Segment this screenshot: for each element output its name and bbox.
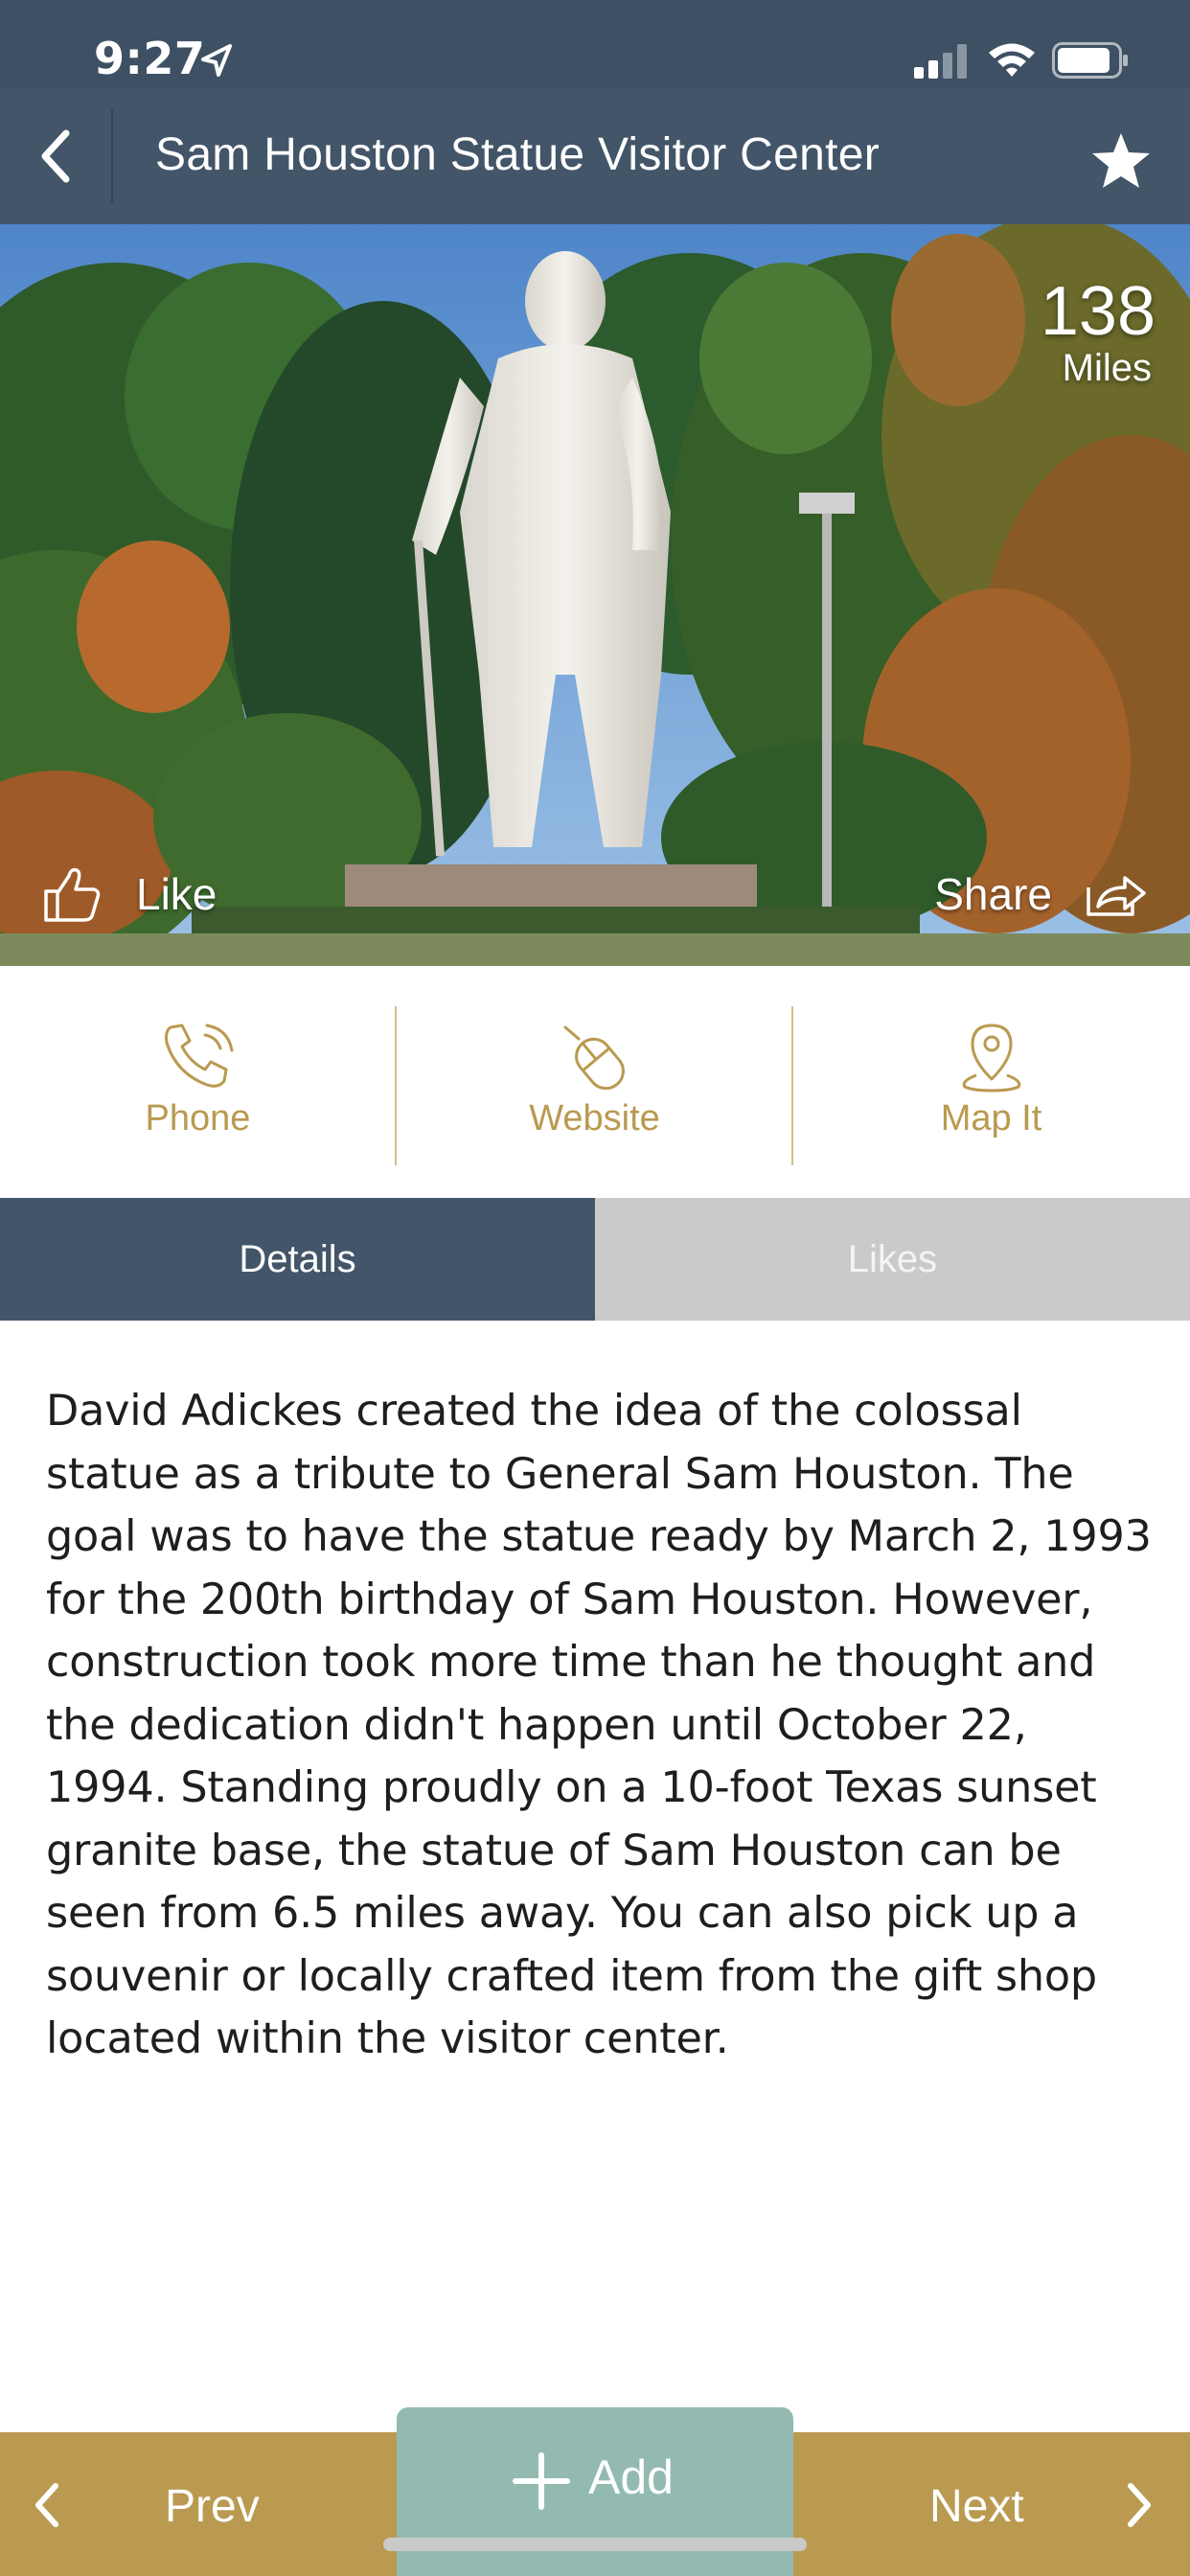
phone-label: Phone	[145, 1098, 251, 1138]
action-row: Phone Website Map It	[0, 966, 1190, 1198]
plus-icon	[513, 2452, 570, 2510]
statue-photo	[0, 224, 1190, 966]
map-pin-icon	[962, 1024, 1020, 1092]
share-button[interactable]: Share	[934, 861, 1148, 928]
like-label: Like	[136, 869, 217, 919]
favorite-button[interactable]	[1083, 123, 1159, 199]
location-arrow-icon	[201, 44, 232, 77]
website-label: Website	[529, 1098, 660, 1138]
thumbs-up-icon	[44, 867, 101, 922]
back-button[interactable]	[0, 88, 111, 224]
add-label: Add	[588, 2450, 674, 2504]
share-label: Share	[934, 869, 1052, 919]
next-label: Next	[929, 2481, 1024, 2532]
map-it-label: Map It	[940, 1098, 1042, 1138]
like-button[interactable]: Like	[42, 861, 217, 928]
status-time: 9:27	[94, 33, 206, 84]
battery-icon	[1052, 42, 1128, 79]
page-title: Sam Houston Statue Visitor Center	[155, 129, 881, 180]
home-indicator[interactable]	[383, 2538, 807, 2551]
website-button[interactable]: Website	[397, 966, 792, 1198]
tab-bar: Details Likes	[0, 1198, 1190, 1321]
nav-divider	[111, 109, 113, 203]
tab-likes[interactable]: Likes	[595, 1198, 1190, 1321]
wifi-icon	[989, 43, 1035, 77]
chevron-right-icon	[1128, 2483, 1151, 2527]
prev-label: Prev	[165, 2481, 260, 2532]
map-it-button[interactable]: Map It	[793, 966, 1189, 1198]
navigation-bar: Sam Houston Statue Visitor Center	[0, 88, 1190, 224]
phone-button[interactable]: Phone	[0, 966, 396, 1198]
star-icon	[1092, 133, 1150, 188]
share-icon	[1087, 876, 1146, 916]
tab-details[interactable]: Details	[0, 1198, 595, 1321]
cellular-signal-icon	[914, 44, 967, 79]
chevron-left-icon	[41, 129, 70, 183]
status-bar: 9:27	[0, 0, 1190, 88]
distance-value: 138	[1040, 273, 1156, 350]
phone-icon	[164, 1024, 233, 1088]
description-text: David Adickes created the idea of the co…	[46, 1387, 1152, 2063]
mouse-icon	[563, 1025, 625, 1091]
distance-unit: Miles	[1062, 347, 1152, 389]
chevron-left-icon	[35, 2483, 58, 2527]
hero-image: 138 Miles Like Share	[0, 224, 1190, 966]
prev-button[interactable]: Prev	[0, 2432, 397, 2576]
next-button[interactable]: Next	[793, 2432, 1190, 2576]
